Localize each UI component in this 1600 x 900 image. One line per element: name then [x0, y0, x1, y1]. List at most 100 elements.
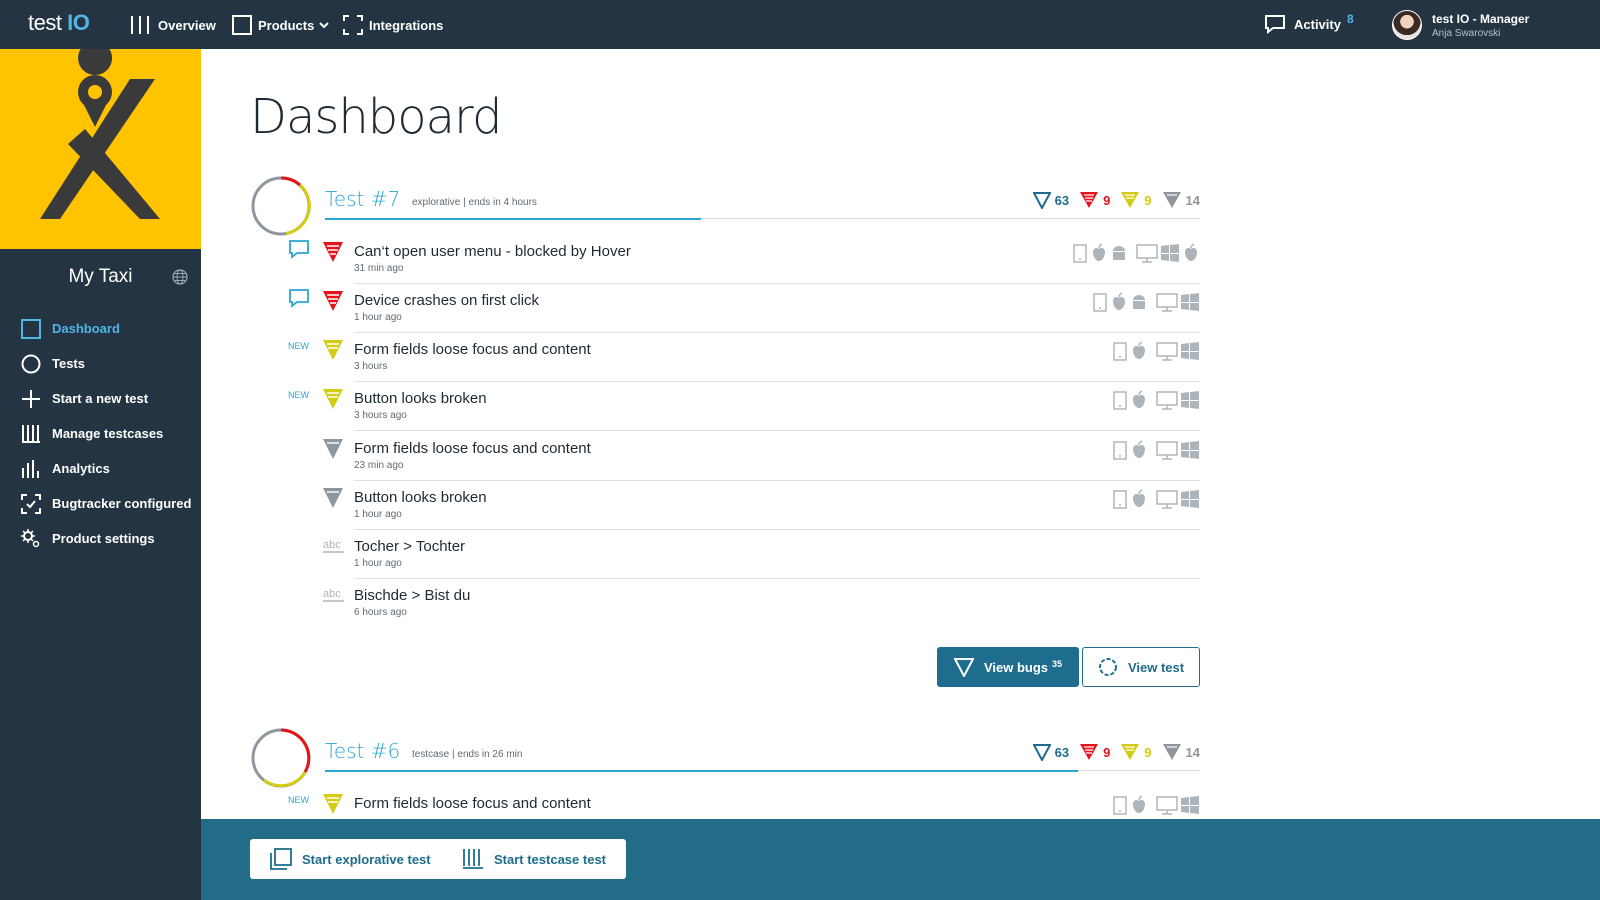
apple-icon — [1130, 440, 1148, 460]
bug-row[interactable]: abc Bischde > Bist du 6 hours ago — [250, 579, 1200, 623]
sidebar-item-label: Dashboard — [52, 321, 120, 336]
svg-text:abc: abc — [323, 588, 341, 600]
bug-time: 1 hour ago — [354, 509, 402, 520]
bug-time: 31 min ago — [354, 263, 404, 274]
sidebar: My Taxi Dashboard Tests Start a new test… — [0, 41, 201, 900]
desktop-icon — [1156, 489, 1178, 509]
desktop-icon — [1136, 243, 1158, 263]
nav-overview[interactable]: Overview — [130, 15, 216, 35]
device-icons — [1110, 489, 1200, 509]
bug-row[interactable]: Device crashes on first click 1 hour ago — [250, 284, 1200, 333]
bug-title[interactable]: Form fields loose focus and content — [354, 341, 591, 358]
comment-icon[interactable] — [288, 288, 310, 310]
high-severity-icon — [323, 389, 343, 409]
sidebar-item-dashboard[interactable]: Dashboard — [20, 311, 191, 346]
test-progress-bar — [325, 218, 702, 220]
bug-row[interactable]: abc Tocher > Tochter 1 hour ago — [250, 530, 1200, 579]
bars-icon — [20, 423, 42, 445]
nav-integrations-label: Integrations — [369, 17, 444, 33]
device-icons — [1090, 292, 1200, 312]
integrations-icon — [343, 15, 363, 35]
counter-low: 14 — [1162, 191, 1200, 209]
high-severity-icon — [1121, 744, 1140, 760]
low-severity-icon — [323, 488, 343, 508]
plus-icon — [20, 388, 42, 410]
row-divider — [354, 430, 1200, 431]
comment-icon[interactable] — [288, 239, 310, 261]
view-bugs-button[interactable]: View bugs 35 — [937, 647, 1079, 687]
activity-button[interactable]: Activity 8 — [1264, 12, 1354, 34]
bug-row[interactable]: NEW Form fields loose focus and content … — [250, 333, 1200, 382]
bug-time: 1 hour ago — [354, 312, 402, 323]
test-progress-ring — [251, 728, 311, 788]
bug-row[interactable]: NEW Form fields loose focus and content — [250, 787, 1200, 819]
nav-products-label: Products — [258, 17, 315, 33]
desktop-icon — [1156, 795, 1178, 815]
bug-title[interactable]: Bischde > Bist du — [354, 587, 470, 604]
testio-logo[interactable]: test IO — [28, 10, 90, 36]
chart-icon — [20, 458, 42, 480]
bottom-action-bar: Start explorative test Start testcase te… — [201, 819, 1600, 900]
bug-counters: 63 9 9 14 — [1023, 191, 1200, 209]
test-progress-bar — [325, 770, 1078, 772]
bug-title[interactable]: Device crashes on first click — [354, 292, 539, 309]
new-badge: NEW — [288, 795, 309, 805]
low-severity-icon — [1162, 192, 1181, 208]
sidebar-item-start-new-test[interactable]: Start a new test — [20, 381, 191, 416]
bug-title[interactable]: Form fields loose focus and content — [354, 795, 591, 812]
high-severity-icon — [323, 340, 343, 360]
bug-time: 23 min ago — [354, 460, 404, 471]
tablet-icon — [1072, 243, 1088, 263]
sidebar-item-label: Analytics — [52, 461, 110, 476]
counter-total: 63 — [1032, 743, 1069, 761]
bug-title[interactable]: Tocher > Tochter — [354, 538, 465, 555]
view-test-button[interactable]: View test — [1082, 647, 1200, 687]
product-name[interactable]: My Taxi — [0, 266, 201, 288]
windows-icon — [1180, 341, 1200, 361]
sidebar-item-label: Manage testcases — [52, 426, 164, 441]
user-menu[interactable]: test IO - Manager Anja Swarovski — [1392, 10, 1529, 40]
windows-icon — [1180, 292, 1200, 312]
globe-icon[interactable] — [172, 269, 188, 285]
top-navigation-bar: test IO Overview Products Integrations A… — [0, 0, 1600, 49]
critical-severity-icon — [323, 291, 343, 311]
desktop-icon — [1156, 341, 1178, 361]
counter-low: 14 — [1162, 743, 1200, 761]
windows-icon — [1180, 489, 1200, 509]
bug-row[interactable]: Form fields loose focus and content 23 m… — [250, 432, 1200, 481]
bug-row[interactable]: Button looks broken 1 hour ago — [250, 481, 1200, 530]
apple-icon — [1090, 243, 1108, 263]
nav-integrations[interactable]: Integrations — [343, 15, 443, 35]
new-badge: NEW — [288, 341, 309, 351]
high-severity-icon — [1121, 192, 1140, 208]
sidebar-item-label: Tests — [52, 356, 85, 371]
bug-title[interactable]: Button looks broken — [354, 390, 487, 407]
spelling-abc-icon: abc — [323, 539, 344, 553]
start-explorative-test-button[interactable]: Start explorative test — [250, 839, 451, 879]
android-icon — [1110, 243, 1128, 263]
sidebar-item-tests[interactable]: Tests — [20, 346, 191, 381]
start-testcase-test-button[interactable]: Start testcase test — [442, 839, 626, 879]
nav-products[interactable]: Products — [232, 15, 336, 35]
bug-row[interactable]: NEW Button looks broken 3 hours ago — [250, 382, 1200, 431]
loading-circle-icon — [1098, 658, 1117, 676]
bug-title[interactable]: Can‘t open user menu - blocked by Hover — [354, 243, 631, 260]
sidebar-item-manage-testcases[interactable]: Manage testcases — [20, 416, 191, 451]
desktop-icon — [1156, 390, 1178, 410]
test-title[interactable]: Test #7 — [325, 187, 400, 211]
test-title[interactable]: Test #6 — [325, 739, 400, 763]
bug-title[interactable]: Form fields loose focus and content — [354, 440, 591, 457]
device-icons — [1110, 390, 1200, 410]
sidebar-item-product-settings[interactable]: Product settings — [20, 521, 191, 556]
bug-title[interactable]: Button looks broken — [354, 489, 487, 506]
bug-time: 1 hour ago — [354, 558, 402, 569]
user-name: test IO - Manager — [1432, 11, 1530, 26]
sidebar-item-bugtracker[interactable]: Bugtracker configured — [20, 486, 191, 521]
product-logo[interactable] — [0, 41, 201, 249]
android-icon — [1130, 292, 1148, 312]
svg-text:abc: abc — [323, 539, 341, 551]
sidebar-item-analytics[interactable]: Analytics — [20, 451, 191, 486]
circle-icon — [20, 353, 42, 375]
bug-row[interactable]: Can‘t open user menu - blocked by Hover … — [250, 235, 1200, 284]
bug-time: 3 hours ago — [354, 410, 407, 421]
